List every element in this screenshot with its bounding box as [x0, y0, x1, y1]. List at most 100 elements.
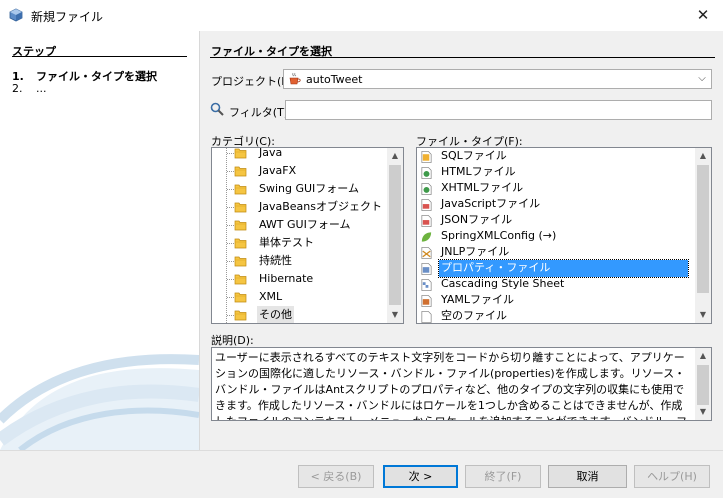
filetype-label: SpringXMLConfig (→)	[441, 229, 557, 242]
sql-file-icon	[421, 151, 432, 163]
scroll-thumb[interactable]	[697, 165, 709, 293]
category-scrollbar[interactable]: ▲ ▼	[387, 148, 403, 323]
scroll-thumb[interactable]	[697, 365, 709, 405]
filetype-item[interactable]: XHTMLファイル	[417, 180, 695, 196]
filter-input[interactable]	[285, 100, 712, 120]
filetype-label: Cascading Style Sheet	[441, 277, 565, 290]
category-item[interactable]: 持続性	[212, 252, 387, 270]
css-file-icon	[421, 279, 432, 291]
category-item[interactable]: Java	[212, 147, 387, 162]
scroll-up-icon[interactable]: ▲	[695, 148, 711, 164]
category-item[interactable]: XML	[212, 288, 387, 306]
filetype-label: JSONファイル	[441, 213, 513, 226]
folder-icon	[234, 310, 247, 321]
folder-icon	[234, 238, 247, 249]
filetype-item[interactable]: HTMLファイル	[417, 164, 695, 180]
back-button[interactable]: < 戻る(B)	[298, 465, 374, 488]
empty-file-icon	[421, 311, 432, 323]
category-item[interactable]: Hibernate	[212, 270, 387, 288]
filetype-item[interactable]: JNLPファイル	[417, 244, 695, 260]
category-label: Hibernate	[259, 272, 314, 285]
filetype-label: 空のファイル	[441, 309, 507, 322]
scroll-up-icon[interactable]: ▲	[695, 348, 711, 364]
filetype-scrollbar[interactable]: ▲ ▼	[695, 148, 711, 323]
step-label: ファイル・タイプを選択	[36, 70, 157, 83]
netbeans-cube-icon	[9, 8, 23, 22]
close-button[interactable]: ✕	[683, 0, 723, 31]
filetype-label: JavaScriptファイル	[441, 197, 541, 210]
filetype-item[interactable]: JSONファイル	[417, 212, 695, 228]
cancel-button[interactable]: 取消	[548, 465, 627, 488]
filetype-item[interactable]: プロパティ・ファイル	[417, 259, 695, 278]
filetype-label: JNLPファイル	[441, 245, 510, 258]
category-label: 持続性	[259, 254, 292, 267]
yaml-file-icon	[421, 295, 432, 307]
filetype-item[interactable]: 空のファイル	[417, 308, 695, 323]
next-button[interactable]: 次 >	[383, 465, 458, 488]
filetype-list[interactable]: SQLファイル HTMLファイル XHTMLファイル JavaScriptファイル JS…	[416, 147, 712, 324]
project-value: autoTweet	[306, 73, 363, 86]
filetype-item[interactable]: Cascading Style Sheet	[417, 276, 695, 292]
scroll-down-icon[interactable]: ▼	[695, 307, 711, 323]
filter-label: フィルタ(T):	[229, 106, 292, 119]
category-item[interactable]: Swing GUIフォーム	[212, 180, 387, 198]
folder-icon	[234, 202, 247, 213]
category-label: XML	[259, 290, 283, 303]
category-label: AWT GUIフォーム	[259, 218, 351, 231]
description-scrollbar[interactable]: ▲ ▼	[695, 348, 711, 420]
step-2: 2....	[12, 82, 47, 95]
html-file-icon	[421, 167, 432, 179]
filetype-item[interactable]: SQLファイル	[417, 148, 695, 164]
category-item[interactable]: JavaBeansオブジェクト	[212, 198, 387, 216]
help-button[interactable]: ヘルプ(H)	[634, 465, 710, 488]
folder-icon	[234, 148, 247, 159]
jnlp-file-icon	[421, 247, 432, 259]
filetype-label: HTMLファイル	[441, 165, 516, 178]
folder-icon	[234, 292, 247, 303]
properties-file-icon	[421, 263, 432, 275]
category-label: 単体テスト	[259, 236, 314, 249]
description-box[interactable]: ユーザーに表示されるすべてのテキスト文字列をコードから切り離すことによって、アプ…	[211, 347, 712, 421]
category-label: JavaBeansオブジェクト	[259, 200, 382, 213]
window-title: 新規ファイル	[31, 10, 104, 24]
wizard-swoosh-graphic	[0, 354, 199, 450]
project-combobox[interactable]: autoTweet ⌵	[283, 69, 712, 89]
scroll-up-icon[interactable]: ▲	[387, 148, 403, 164]
divider	[210, 57, 715, 58]
title-bar: 新規ファイル ✕	[0, 0, 723, 31]
json-file-icon	[421, 215, 432, 227]
filetype-label: YAMLファイル	[441, 293, 515, 306]
chevron-down-icon[interactable]: ⌵	[693, 70, 711, 88]
filetype-label: SQLファイル	[441, 149, 507, 162]
javascript-file-icon	[421, 199, 432, 211]
category-label: Java	[259, 147, 283, 159]
category-item[interactable]: その他	[212, 306, 387, 323]
folder-icon	[234, 256, 247, 267]
folder-icon	[234, 184, 247, 195]
category-tree[interactable]: Java JavaFX Swing GUIフォーム JavaBeansオブジェクト AW…	[211, 147, 404, 324]
step-number: 2.	[12, 82, 23, 95]
scroll-thumb[interactable]	[389, 165, 401, 305]
filetype-item[interactable]: JavaScriptファイル	[417, 196, 695, 212]
finish-button[interactable]: 終了(F)	[465, 465, 541, 488]
divider	[199, 31, 200, 450]
folder-icon	[234, 166, 247, 177]
category-item[interactable]: JavaFX	[212, 162, 387, 180]
step-label: ...	[36, 82, 47, 95]
filetype-label: プロパティ・ファイル	[438, 259, 689, 278]
category-label: Swing GUIフォーム	[259, 182, 359, 195]
category-item[interactable]: 単体テスト	[212, 234, 387, 252]
filetype-item[interactable]: YAMLファイル	[417, 292, 695, 308]
scroll-down-icon[interactable]: ▼	[695, 404, 711, 420]
scroll-down-icon[interactable]: ▼	[387, 307, 403, 323]
description-text: ユーザーに表示されるすべてのテキスト文字列をコードから切り離すことによって、アプ…	[215, 351, 687, 420]
java-project-icon	[289, 72, 301, 85]
category-item[interactable]: AWT GUIフォーム	[212, 216, 387, 234]
filetype-item[interactable]: SpringXMLConfig (→)	[417, 228, 695, 244]
folder-icon	[234, 220, 247, 231]
steps-panel: ステップ 1. ファイル・タイプを選択 2....	[0, 31, 199, 450]
category-label: JavaFX	[259, 164, 297, 177]
divider	[12, 56, 187, 57]
divider	[0, 450, 723, 451]
folder-icon	[234, 274, 247, 285]
